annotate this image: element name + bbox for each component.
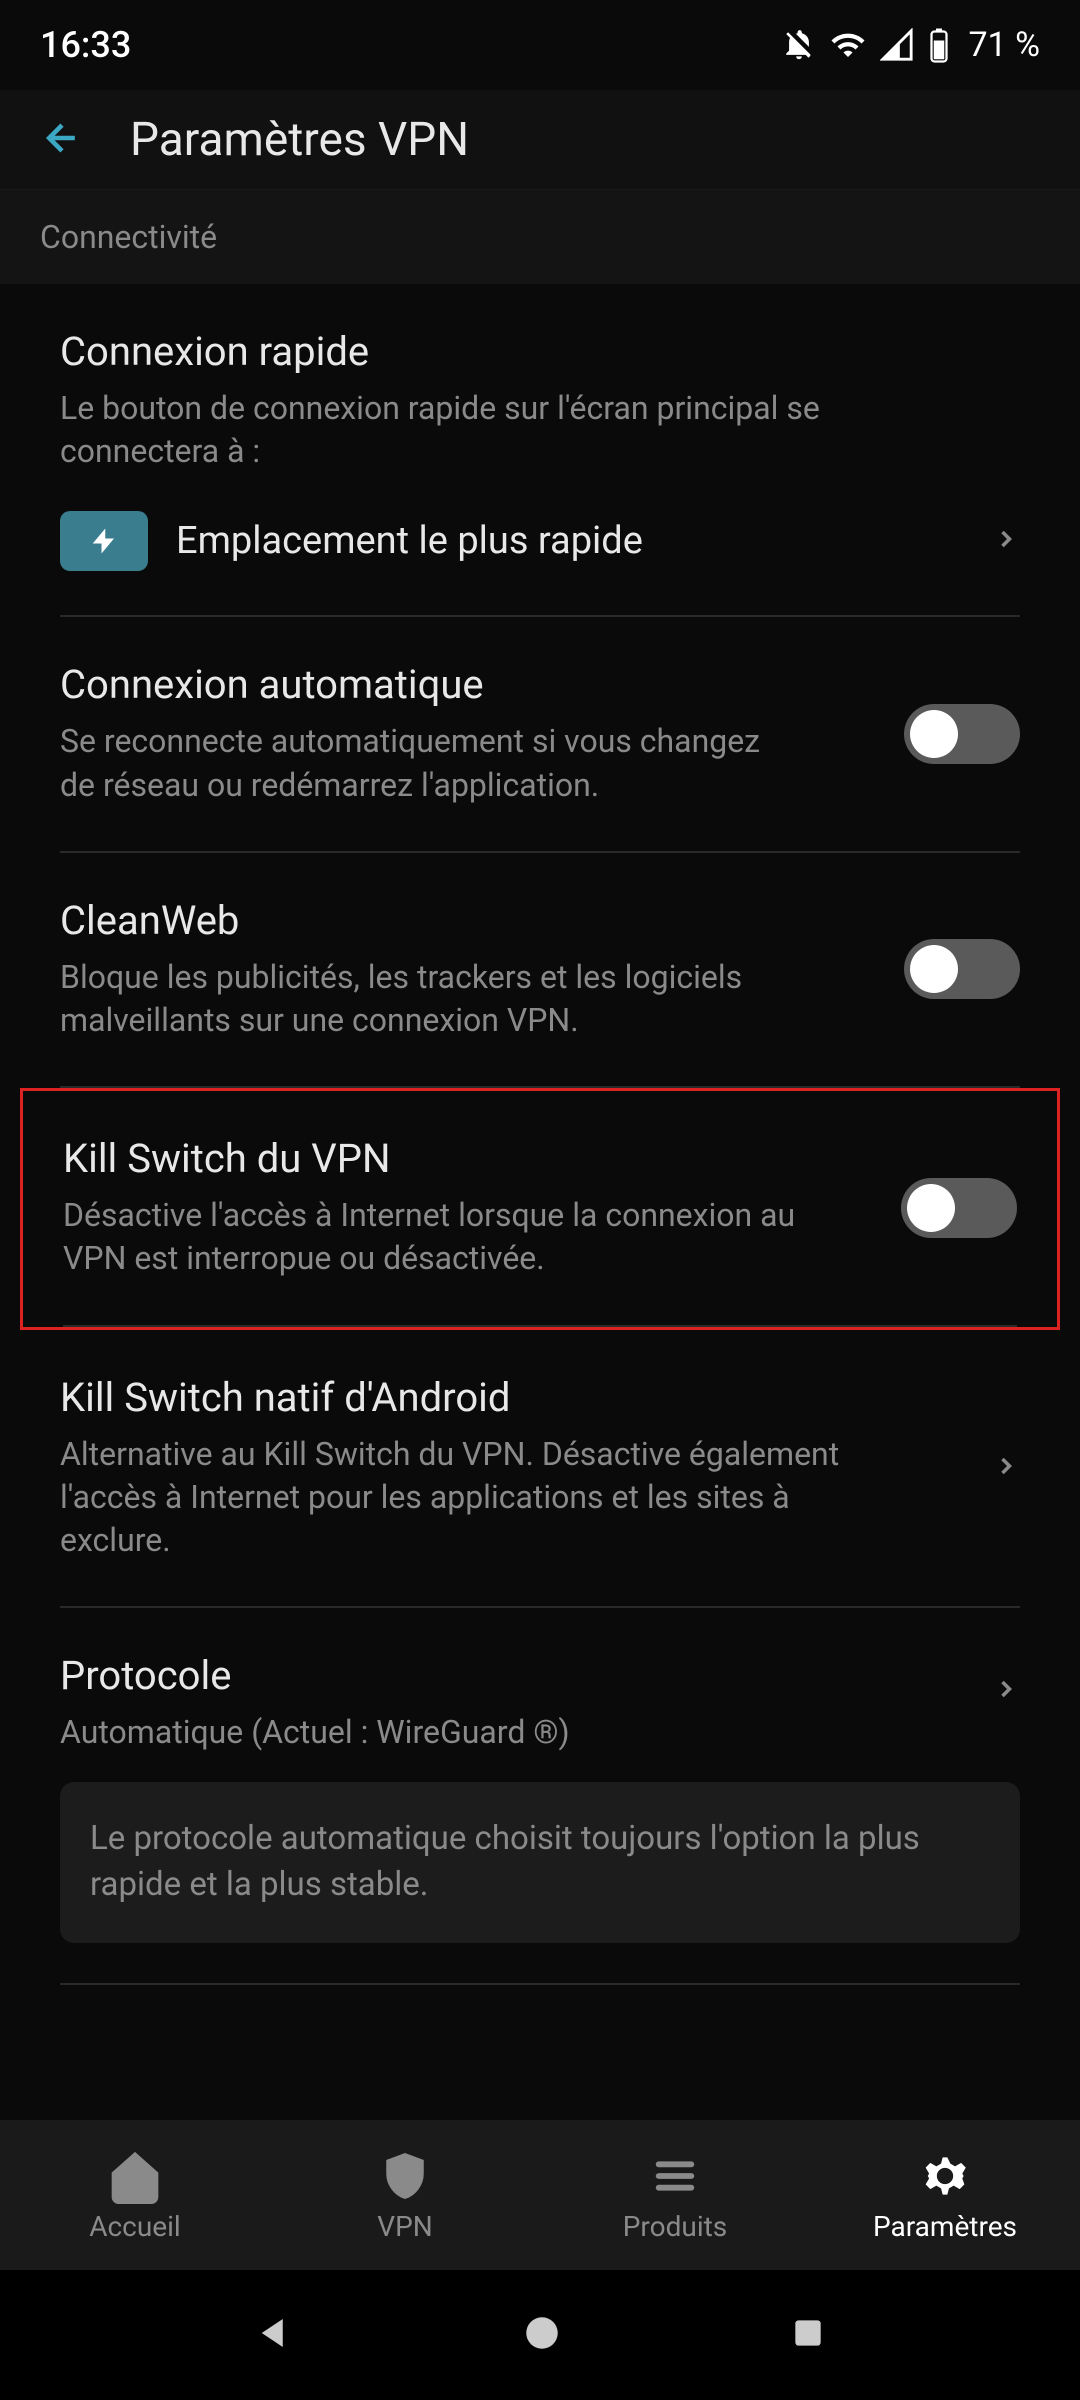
bolt-icon	[89, 521, 119, 561]
sys-recent-button[interactable]	[789, 2314, 827, 2356]
quick-connect-value: Emplacement le plus rapide	[60, 511, 643, 571]
toggle-off	[901, 1178, 1017, 1238]
protocol-info-box: Le protocole automatique choisit toujour…	[60, 1782, 1020, 1942]
system-nav	[0, 2270, 1080, 2400]
sys-back-button[interactable]	[253, 2312, 295, 2358]
setting-desc: Alternative au Kill Switch du VPN. Désac…	[60, 1433, 860, 1563]
nav-products[interactable]: Produits	[540, 2120, 810, 2270]
toggle-off	[904, 939, 1020, 999]
page-title: Paramètres VPN	[130, 113, 469, 167]
setting-desc: Bloque les publicités, les trackers et l…	[60, 956, 800, 1042]
nav-home[interactable]: Accueil	[0, 2120, 270, 2270]
status-icons: 71 %	[782, 25, 1040, 65]
bottom-nav: Accueil VPN Produits Paramètres	[0, 2120, 1080, 2270]
setting-native-kill-switch[interactable]: Kill Switch natif d'Android Alternative …	[60, 1330, 1020, 1609]
cleanweb-toggle[interactable]	[904, 939, 1020, 999]
setting-title: Protocole	[60, 1652, 1020, 1699]
setting-cleanweb: CleanWeb Bloque les publicités, les trac…	[60, 853, 1020, 1088]
status-bar: 16:33 71 %	[0, 0, 1080, 90]
nav-label: Accueil	[89, 2210, 180, 2243]
arrow-left-icon	[40, 116, 84, 160]
highlight-kill-switch: Kill Switch du VPN Désactive l'accès à I…	[20, 1088, 1060, 1329]
setting-kill-switch: Kill Switch du VPN Désactive l'accès à I…	[63, 1091, 1017, 1326]
setting-desc: Automatique (Actuel : WireGuard ®)	[60, 1711, 860, 1754]
chevron-right-icon	[992, 517, 1020, 565]
setting-auto-connect: Connexion automatique Se reconnecte auto…	[60, 617, 1020, 852]
setting-desc: Désactive l'accès à Internet lorsque la …	[63, 1194, 803, 1280]
chevron-right-icon	[992, 1444, 1020, 1492]
nav-label: Produits	[623, 2210, 728, 2243]
toggle-off	[904, 704, 1020, 764]
setting-desc: Le bouton de connexion rapide sur l'écra…	[60, 387, 860, 473]
section-header-connectivity: Connectivité	[0, 190, 1080, 284]
setting-title: Connexion automatique	[60, 661, 1020, 708]
settings-content: Connexion rapide Le bouton de connexion …	[0, 284, 1080, 1985]
kill-switch-toggle[interactable]	[901, 1178, 1017, 1238]
nav-settings[interactable]: Paramètres	[810, 2120, 1080, 2270]
wifi-icon	[830, 27, 866, 63]
setting-title: CleanWeb	[60, 897, 1020, 944]
signal-icon	[880, 28, 914, 62]
nav-vpn[interactable]: VPN	[270, 2120, 540, 2270]
triangle-back-icon	[253, 2312, 295, 2354]
battery-percentage: 71 %	[968, 25, 1040, 65]
bolt-badge	[60, 511, 148, 571]
back-button[interactable]	[40, 116, 84, 164]
stack-icon	[647, 2148, 703, 2204]
quick-connect-row[interactable]: Emplacement le plus rapide	[60, 511, 1020, 571]
setting-title: Connexion rapide	[60, 328, 1020, 375]
setting-title: Kill Switch natif d'Android	[60, 1374, 1020, 1421]
divider	[60, 1983, 1020, 1985]
notification-off-icon	[782, 28, 816, 62]
shield-icon	[380, 2148, 430, 2204]
sys-home-button[interactable]	[521, 2312, 563, 2358]
nav-label: Paramètres	[873, 2210, 1017, 2243]
gear-icon	[917, 2148, 973, 2204]
quick-connect-label: Emplacement le plus rapide	[176, 519, 643, 563]
setting-desc: Se reconnecte automatiquement si vous ch…	[60, 720, 800, 806]
home-icon	[107, 2148, 163, 2204]
square-recent-icon	[789, 2314, 827, 2352]
circle-home-icon	[521, 2312, 563, 2354]
app-header: Paramètres VPN	[0, 90, 1080, 190]
status-time: 16:33	[40, 24, 131, 66]
nav-label: VPN	[377, 2210, 432, 2243]
chevron-right-icon	[992, 1667, 1020, 1715]
auto-connect-toggle[interactable]	[904, 704, 1020, 764]
setting-title: Kill Switch du VPN	[63, 1135, 1017, 1182]
setting-quick-connect[interactable]: Connexion rapide Le bouton de connexion …	[60, 284, 1020, 617]
setting-protocol[interactable]: Protocole Automatique (Actuel : WireGuar…	[60, 1608, 1020, 1774]
battery-icon	[928, 27, 950, 63]
